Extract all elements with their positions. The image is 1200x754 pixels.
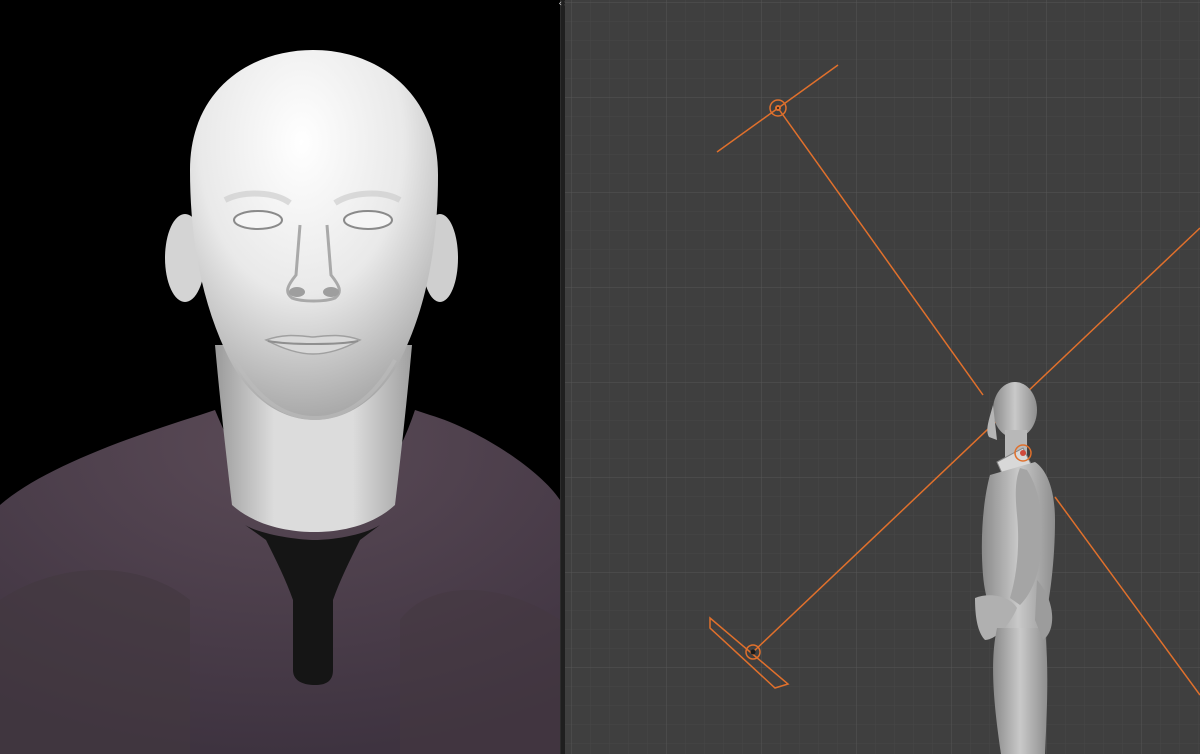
render-preview-panel[interactable] [0, 0, 560, 754]
app-window: ‹› [0, 0, 1200, 754]
render-image [0, 50, 560, 754]
viewport-canvas[interactable] [565, 0, 1200, 754]
right-eye [343, 210, 393, 230]
3d-viewport-panel[interactable] [565, 0, 1200, 754]
left-eye [233, 210, 283, 230]
